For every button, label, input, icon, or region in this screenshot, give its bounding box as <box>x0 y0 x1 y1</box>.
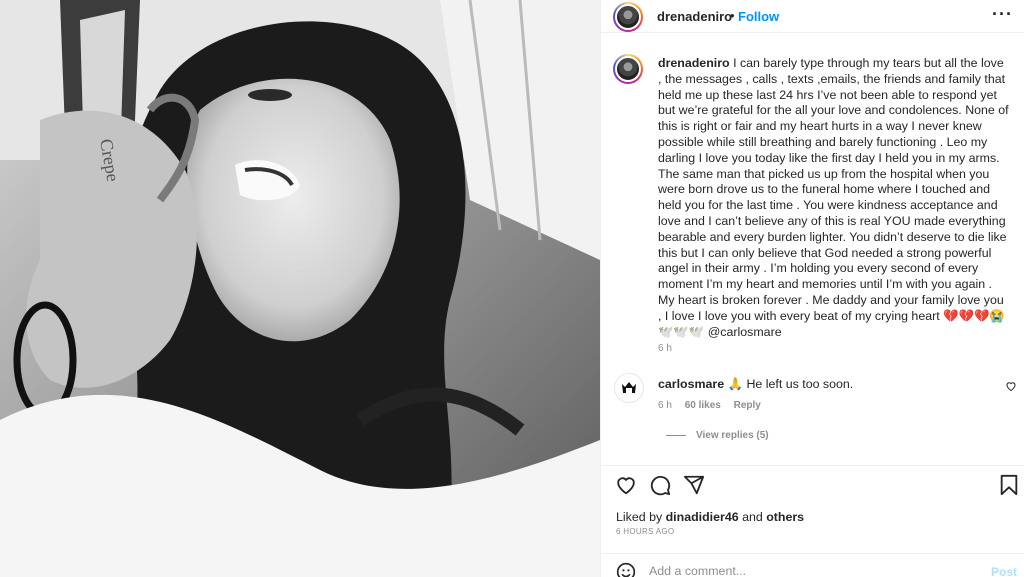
comment-avatar[interactable] <box>614 373 644 403</box>
reply-button[interactable]: Reply <box>734 400 761 411</box>
emoji-icon[interactable] <box>616 562 636 577</box>
liked-by-and: and <box>742 510 763 524</box>
bookmark-icon[interactable] <box>999 474 1021 496</box>
action-bar <box>601 465 1024 505</box>
comment: carlosmare 🙏 He left us too soon. <box>658 377 853 392</box>
follow-button[interactable]: Follow <box>738 9 779 24</box>
view-replies-button[interactable]: View replies (5) <box>666 430 769 441</box>
caption-avatar[interactable] <box>613 54 643 84</box>
author-username[interactable]: drenadeniro <box>657 9 732 24</box>
post-header: drenadeniro • Follow ··· <box>601 0 1024 33</box>
photo-illustration: Crepe <box>0 0 600 577</box>
comment-likes[interactable]: 60 likes <box>685 400 721 411</box>
liked-by-user[interactable]: dinadidier46 <box>666 510 739 524</box>
post-panel: drenadeniro • Follow ··· drenadeniro I c… <box>600 0 1024 577</box>
comment-username[interactable]: carlosmare <box>658 377 724 391</box>
share-icon[interactable] <box>683 474 705 496</box>
replies-divider <box>666 435 686 436</box>
crown-logo-icon <box>622 382 636 394</box>
liked-by-prefix: Liked by <box>616 510 663 524</box>
add-comment-input[interactable] <box>649 564 949 577</box>
post-photo: Crepe <box>0 0 600 577</box>
caption-text: drenadeniro I can barely type through my… <box>658 56 1010 340</box>
comment-text: 🙏 He left us too soon. <box>727 377 854 391</box>
heart-icon[interactable] <box>615 474 637 496</box>
caption-body: I can barely type through my tears but a… <box>658 56 1009 339</box>
more-icon[interactable]: ··· <box>992 4 1013 25</box>
post-comment-button[interactable]: Post <box>991 565 1017 577</box>
caption-timestamp: 6 h <box>658 343 672 354</box>
author-avatar[interactable] <box>613 2 643 32</box>
comment-meta: 6 h 60 likes Reply <box>658 400 761 411</box>
liked-by: Liked by dinadidier46 and others <box>616 510 804 524</box>
comments-area[interactable]: drenadeniro I can barely type through my… <box>601 34 1024 464</box>
post-timestamp: 6 HOURS AGO <box>616 527 675 536</box>
comment-heart-icon[interactable] <box>1005 379 1017 397</box>
comment-icon[interactable] <box>649 474 671 496</box>
liked-by-others[interactable]: others <box>766 510 804 524</box>
comment-timestamp: 6 h <box>658 400 672 411</box>
separator-dot: • <box>730 8 735 23</box>
view-replies-label: View replies (5) <box>696 430 769 441</box>
add-comment-bar: Post <box>601 553 1024 577</box>
caption-username[interactable]: drenadeniro <box>658 56 730 70</box>
